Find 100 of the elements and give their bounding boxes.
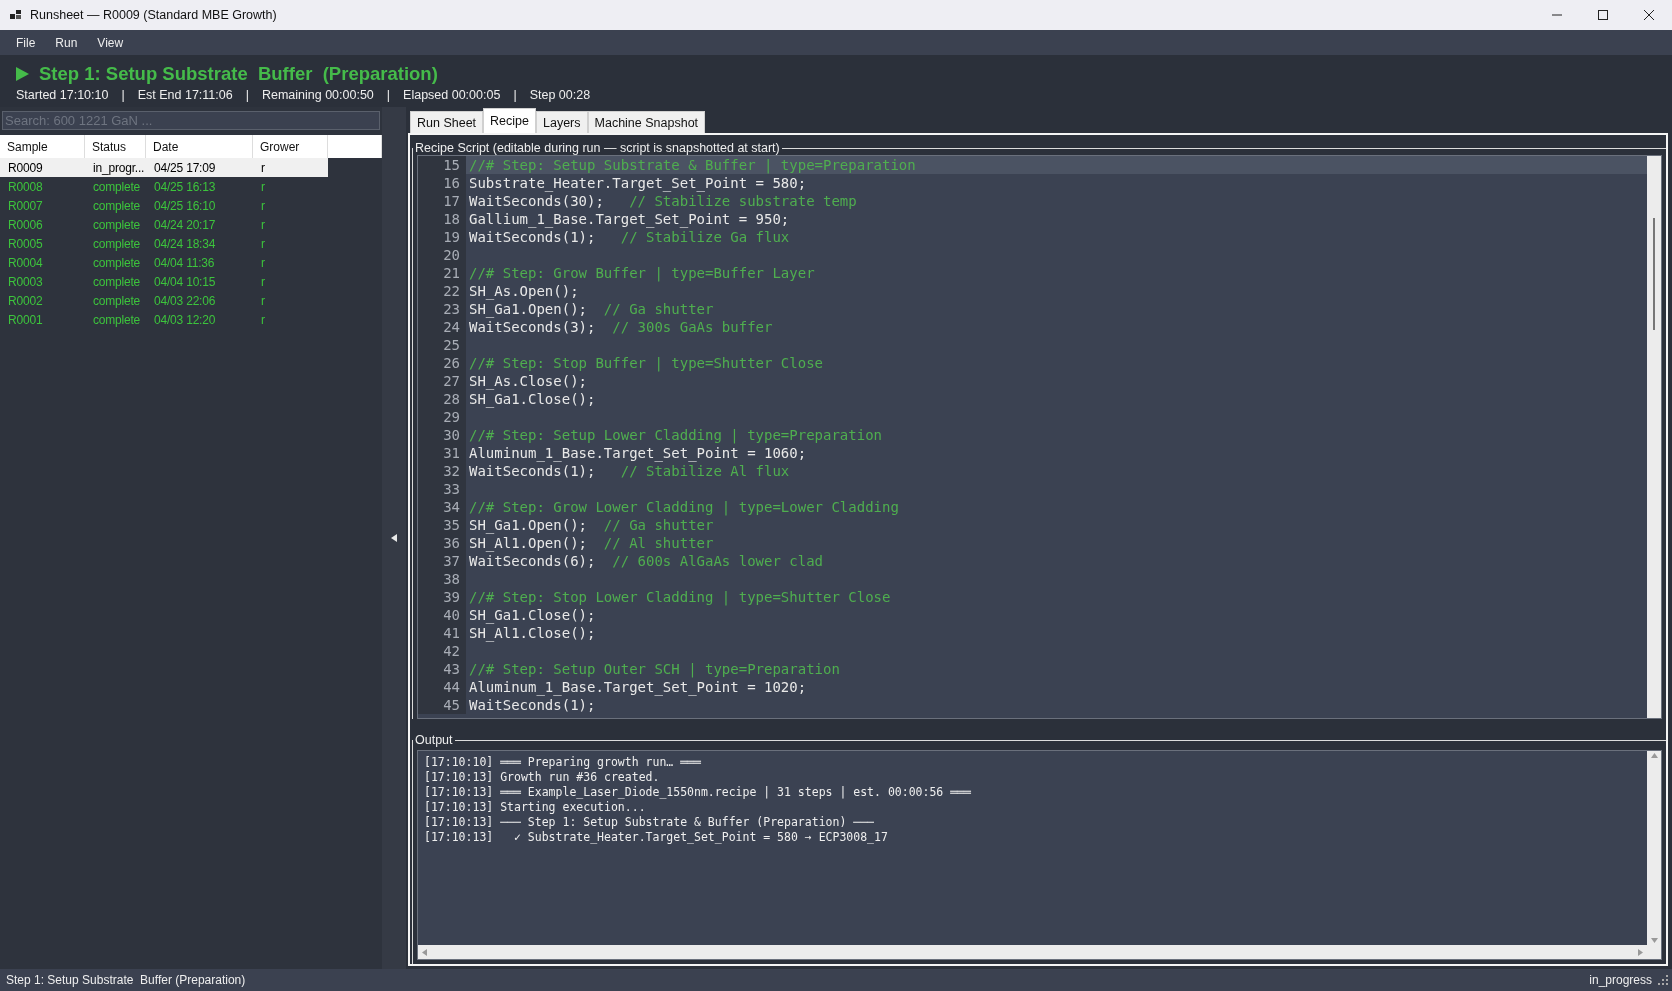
menu-item[interactable]: File — [6, 33, 46, 52]
line-number: 38 — [418, 570, 466, 588]
table-cell-text: complete — [92, 198, 142, 213]
run-stat: Remaining 00:00:50 — [261, 88, 374, 102]
window-title: Runsheet — R0009 (Standard MBE Growth) — [30, 8, 278, 22]
table-cell-text: R0007 — [7, 198, 44, 213]
log-line: [17:10:13] ─── Step 1: Setup Substrate & Buffer (Preparation) ─── — [424, 814, 876, 830]
table-row[interactable]: R0007 complete 04/25 16:10 r — [0, 196, 328, 215]
line-number: 36 — [418, 534, 466, 552]
code-line: SH_Al1.Open(); // Al shutter — [468, 534, 714, 552]
table-cell-text: 04/24 20:17 — [153, 217, 217, 232]
code-line: //# Step: Setup Outer SCH | type=Preparation — [468, 660, 840, 678]
close-icon[interactable] — [1644, 10, 1654, 20]
run-stat: Est End 17:11:06 — [137, 88, 233, 102]
menu-item[interactable]: Run — [45, 33, 88, 52]
code-line: Aluminum_1_Base.Target_Set_Point = 1060; — [468, 444, 807, 462]
line-number: 18 — [418, 210, 466, 228]
run-stat: | — [121, 88, 125, 102]
tab[interactable]: Machine Snapshot — [587, 111, 706, 133]
line-number: 20 — [418, 246, 466, 264]
tab[interactable]: Layers — [536, 111, 588, 133]
scrollbar[interactable] — [1647, 156, 1661, 718]
status-text: in_progress — [1589, 973, 1652, 987]
table-cell-text: 04/25 16:10 — [153, 198, 217, 213]
run-stat: | — [513, 88, 517, 102]
line-number: 41 — [418, 624, 466, 642]
collapse-arrow-icon[interactable] — [391, 534, 397, 542]
table-row[interactable]: R0005 complete 04/24 18:34 r — [0, 234, 328, 253]
scroll-up-icon[interactable] — [1650, 753, 1658, 758]
line-number: 15 — [418, 156, 466, 174]
resize-grip-icon[interactable] — [1658, 975, 1668, 985]
code-editor[interactable] — [417, 155, 1662, 719]
log-line: [17:10:10] ═══ Preparing growth run… ═══ — [424, 755, 702, 770]
line-number: 37 — [418, 552, 466, 570]
line-number: 31 — [418, 444, 466, 462]
code-line: WaitSeconds(3); // 300s GaAs buffer — [468, 318, 773, 336]
table-row[interactable]: R0002 complete 04/03 22:06 r — [0, 291, 328, 310]
line-number: 27 — [418, 372, 466, 390]
play-icon — [16, 67, 29, 81]
line-number: 32 — [418, 462, 466, 480]
line-number: 25 — [418, 336, 466, 354]
line-number: 30 — [418, 426, 466, 444]
table-cell-text: R0001 — [7, 312, 44, 327]
tab[interactable]: Recipe — [483, 108, 536, 133]
table-row[interactable]: R0008 complete 04/25 16:13 r — [0, 177, 328, 196]
line-number: 23 — [418, 300, 466, 318]
maximize-icon[interactable] — [1598, 10, 1608, 20]
line-number: 29 — [418, 408, 466, 426]
table-cell-text: complete — [92, 293, 142, 308]
table-row[interactable]: R0004 complete 04/04 11:36 r — [0, 253, 328, 272]
table-row[interactable]: R0009 in_progr... 04/25 17:09 r — [0, 158, 328, 177]
table-cell-text: r — [260, 198, 266, 213]
table-cell-text: R0004 — [7, 255, 44, 270]
scroll-left-icon[interactable] — [422, 948, 427, 956]
code-line: //# Step: Setup Substrate & Buffer | type=Preparation — [468, 156, 916, 174]
line-number: 34 — [418, 498, 466, 516]
line-number: 44 — [418, 678, 466, 696]
table-cell-text: r — [260, 160, 266, 175]
code-line: //# Step: Grow Lower Cladding | type=Lower Cladding — [468, 498, 899, 516]
line-number: 19 — [418, 228, 466, 246]
group-title: Recipe Script (editable during run — script is snapshotted at start) — [414, 141, 781, 155]
scrollbar[interactable] — [418, 945, 1647, 959]
step-title: Step 1: Setup Substrate Buffer (Preparation) — [39, 63, 438, 85]
table-cell-text: R0002 — [7, 293, 44, 308]
scroll-down-icon[interactable] — [1650, 938, 1658, 943]
table-cell-text: R0008 — [7, 179, 44, 194]
line-number: 24 — [418, 318, 466, 336]
code-line: WaitSeconds(1); // Stabilize Al flux — [468, 462, 790, 480]
table-cell-text: 04/04 11:36 — [153, 255, 216, 270]
code-line: WaitSeconds(30); // Stabilize substrate temp — [468, 192, 857, 210]
table-cell-text: R0003 — [7, 274, 44, 289]
group-title: Output — [414, 733, 454, 747]
line-number: 39 — [418, 588, 466, 606]
run-stat: Started 17:10:10 — [16, 88, 109, 102]
table-cell-text: r — [260, 217, 266, 232]
app-icon — [10, 9, 22, 21]
table-cell-text: r — [260, 179, 266, 194]
line-number: 40 — [418, 606, 466, 624]
table-row[interactable]: R0003 complete 04/04 10:15 r — [0, 272, 328, 291]
table-cell-text: 04/24 18:34 — [153, 236, 217, 251]
tab[interactable]: Run Sheet — [410, 111, 484, 133]
code-line: //# Step: Setup Lower Cladding | type=Preparation — [468, 426, 882, 444]
code-line: SH_Ga1.Close(); — [468, 606, 596, 624]
table-cell-text: complete — [92, 274, 142, 289]
table-cell-text: 04/25 17:09 — [153, 160, 217, 175]
scroll-right-icon[interactable] — [1638, 948, 1643, 956]
table-row[interactable]: R0001 complete 04/03 12:20 r — [0, 310, 328, 329]
code-line: SH_As.Open(); — [468, 282, 579, 300]
code-line: Aluminum_1_Base.Target_Set_Point = 1020; — [468, 678, 807, 696]
log-line: [17:10:13] Starting execution... — [424, 799, 647, 815]
log-line: [17:10:13] Growth run #36 created. — [424, 769, 661, 785]
run-stat: | — [386, 88, 391, 102]
table-cell-text: complete — [92, 217, 142, 232]
table-row[interactable]: R0006 complete 04/24 20:17 r — [0, 215, 328, 234]
code-line: Substrate_Heater.Target_Set_Point = 580; — [468, 174, 807, 192]
table-cell-text: r — [260, 312, 266, 327]
scrollbar[interactable] — [1647, 751, 1661, 945]
log-line: [17:10:13] ═══ Example_Laser_Diode_1550nm.recipe | 31 steps | est. 00:00:56 ═══ — [424, 784, 972, 800]
menu-item[interactable]: View — [87, 33, 134, 52]
run-stat: Elapsed 00:00:05 — [403, 88, 501, 102]
